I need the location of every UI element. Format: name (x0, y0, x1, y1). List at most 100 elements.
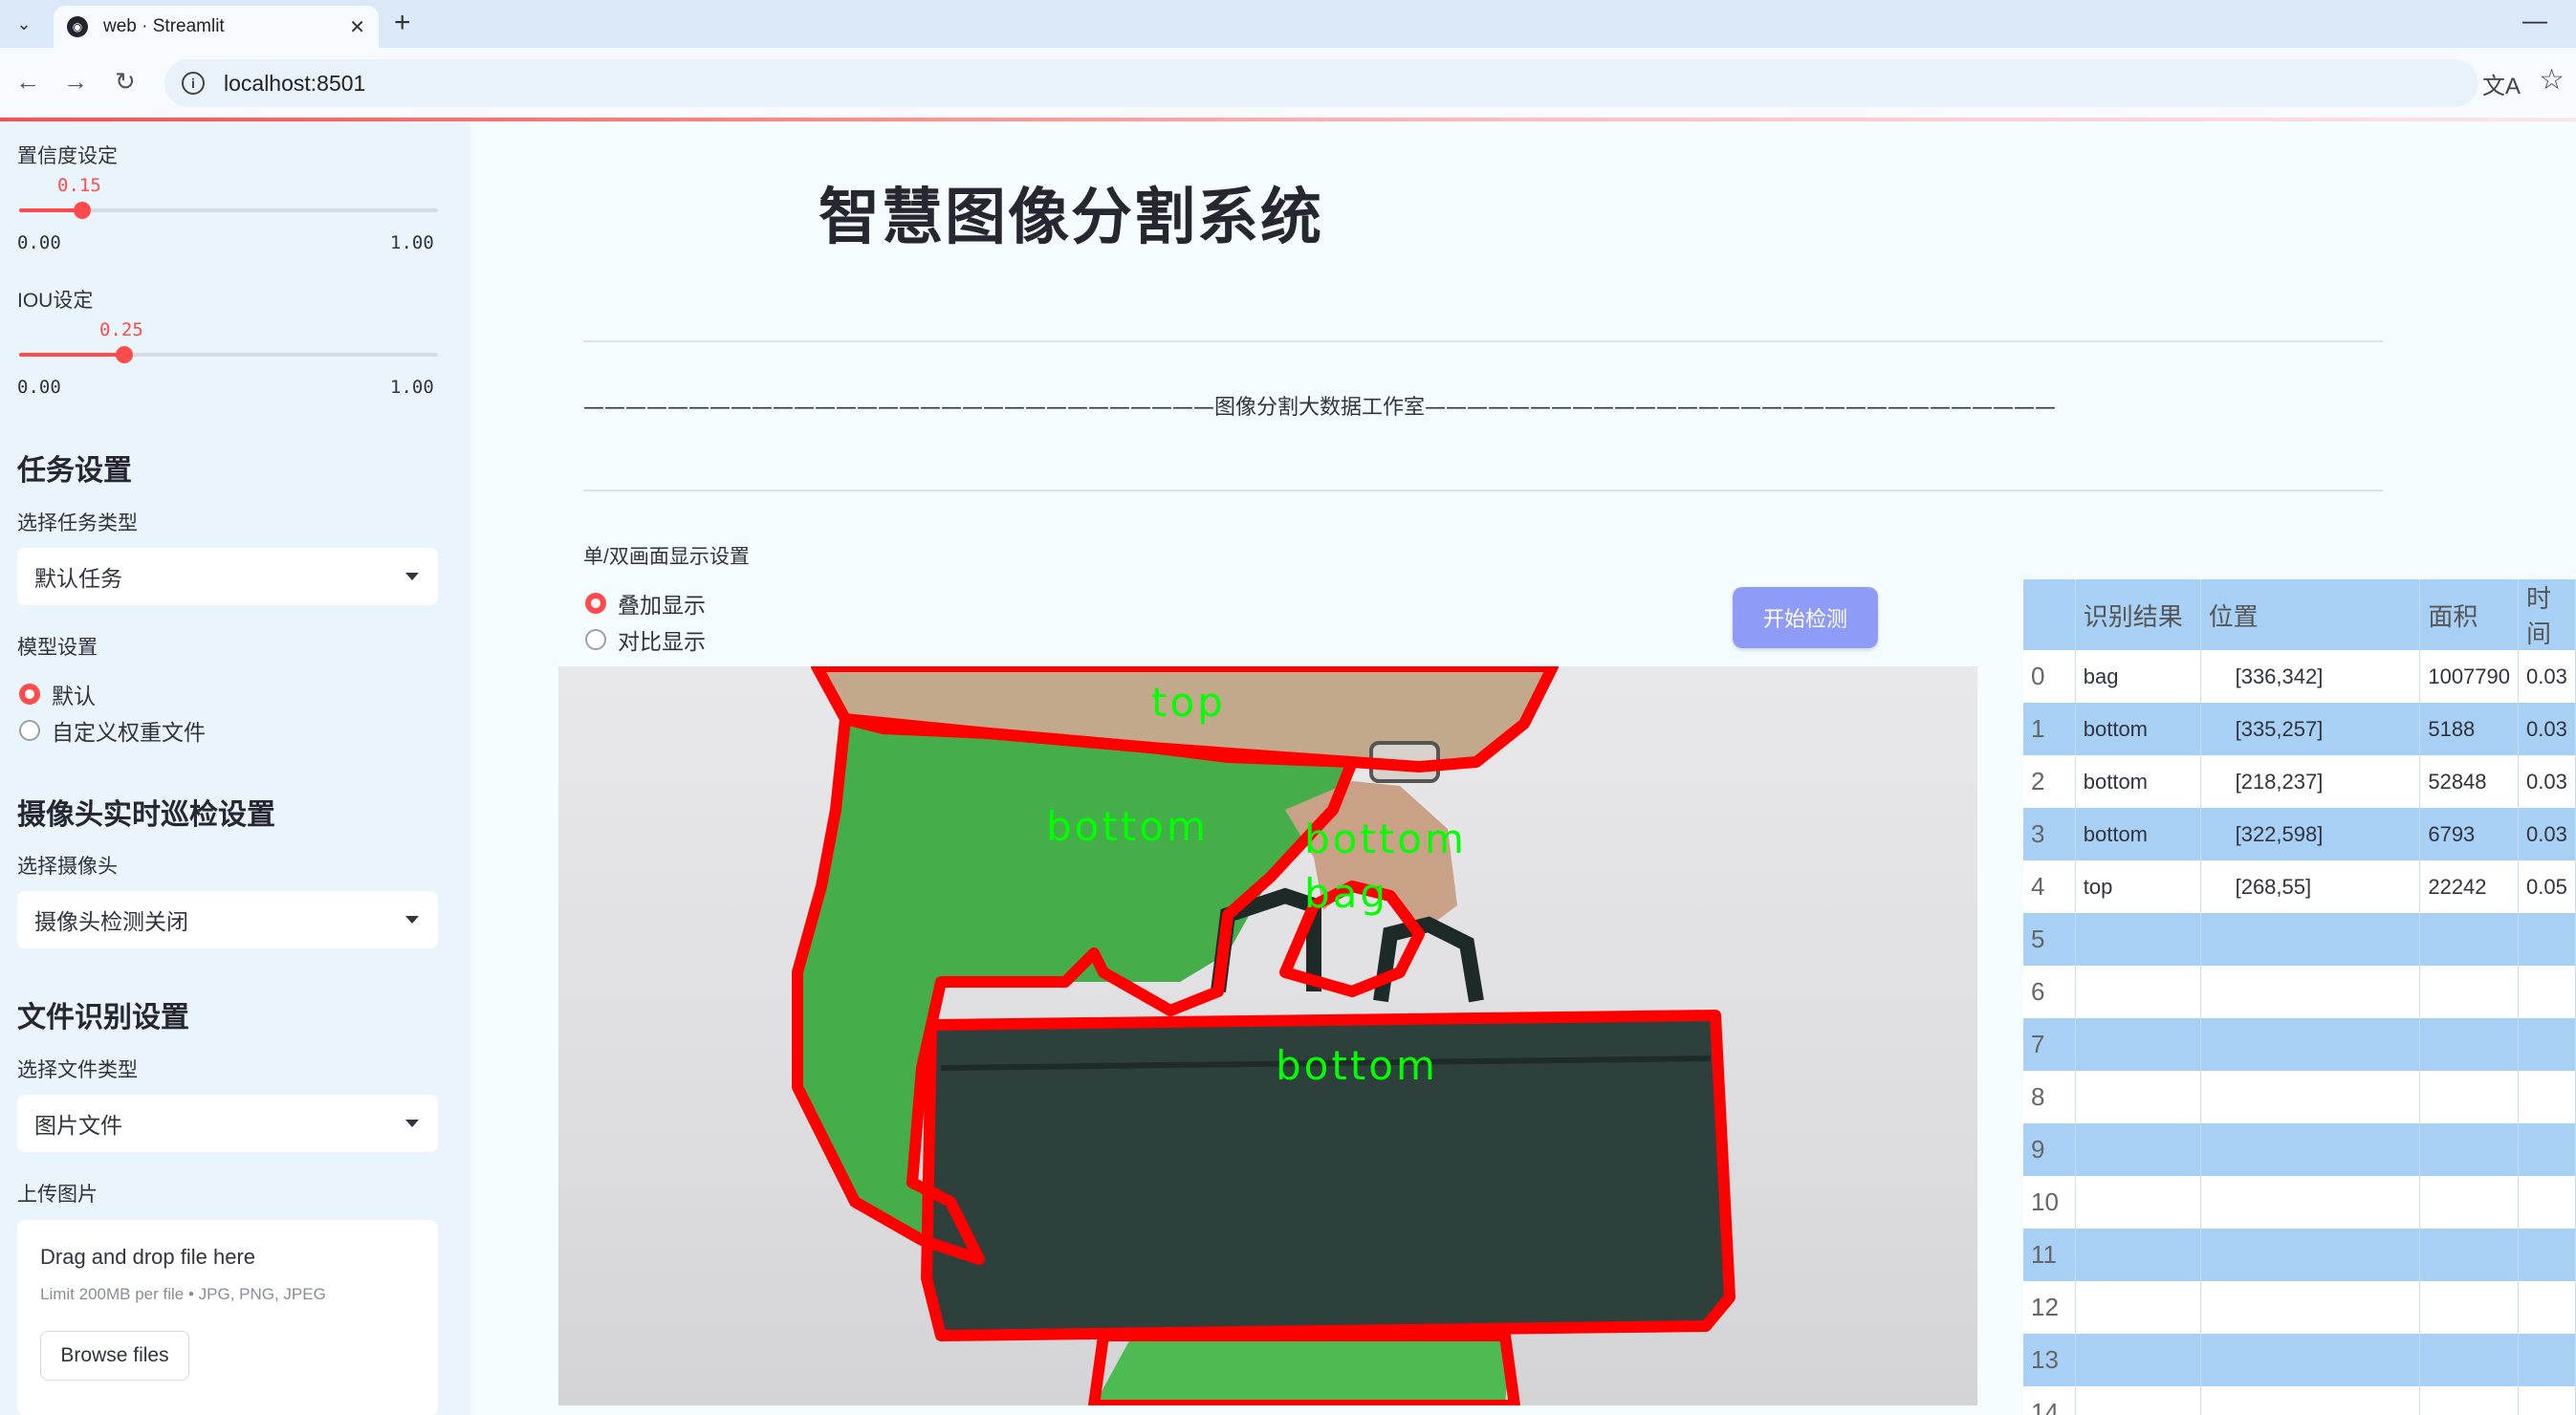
table-row: 11 (2023, 1229, 2576, 1281)
translate-icon[interactable]: 文A (2482, 67, 2521, 100)
new-tab-plus-icon[interactable]: + (394, 8, 411, 38)
browser-tab[interactable]: ◉ web · Streamlit ✕ (54, 6, 379, 48)
iou-label: IOU设定 (17, 290, 94, 312)
model-option-default[interactable]: 默认 (19, 678, 96, 710)
cell-position: [335,257] (2200, 703, 2421, 755)
table-row: 13 (2023, 1334, 2576, 1386)
model-settings-label: 模型设置 (17, 637, 98, 659)
tab-list-chevron-icon[interactable]: ⌄ (8, 8, 40, 40)
column-header-area[interactable]: 面积 (2419, 579, 2519, 650)
file-type-select[interactable]: 图片文件 (17, 1095, 438, 1152)
cell-position (2200, 1386, 2421, 1415)
iou-slider-thumb[interactable] (115, 346, 133, 363)
task-type-label: 选择任务类型 (17, 512, 138, 534)
cell-position (2200, 1176, 2421, 1229)
cell-area (2419, 1123, 2519, 1176)
camera-select[interactable]: 摄像头检测关闭 (17, 891, 438, 948)
chevron-down-icon (405, 573, 419, 580)
page-title: 智慧图像分割系统 (819, 183, 1323, 251)
back-arrow-icon[interactable]: ← (15, 67, 40, 97)
display-option-overlay[interactable]: 叠加显示 (585, 587, 706, 620)
model-option-custom[interactable]: 自定义权重文件 (19, 714, 206, 747)
cell-result: top (2075, 860, 2201, 913)
iou-max: 1.00 (390, 377, 434, 398)
cell-index: 9 (2023, 1123, 2076, 1176)
bag-handle (1373, 916, 1484, 1003)
results-table: 识别结果 位置 面积 时间 0 bag [336,342] 1007790 0.03 1 b… (2023, 579, 2576, 1415)
results-table-container[interactable]: 识别结果 位置 面积 时间 0 bag [336,342] 1007790 0.03 1 b… (2023, 579, 2576, 1415)
cell-time (2518, 1123, 2576, 1176)
start-detection-button[interactable]: 开始检测 (1733, 587, 1878, 648)
column-header-index (2023, 579, 2076, 650)
file-uploader-dropzone[interactable]: Drag and drop file here Limit 200MB per … (17, 1220, 438, 1415)
table-row: 1 bottom [335,257] 5188 0.03 (2023, 703, 2576, 755)
cell-result (2075, 913, 2201, 966)
cell-result: bottom (2075, 703, 2201, 755)
cell-position (2200, 1229, 2421, 1281)
detection-label: top (1151, 679, 1226, 726)
cell-index: 13 (2023, 1334, 2076, 1386)
display-option-compare[interactable]: 对比显示 (585, 623, 706, 656)
browser-tabstrip: ⌄ ◉ web · Streamlit ✕ + — (0, 0, 2576, 48)
confidence-value: 0.15 (57, 175, 101, 196)
iou-value: 0.25 (99, 319, 143, 340)
iou-min: 0.00 (17, 377, 61, 398)
cell-time (2518, 913, 2576, 966)
cell-area: 1007790 (2419, 650, 2519, 703)
cell-result: bottom (2075, 808, 2201, 860)
column-header-time[interactable]: 时间 (2518, 579, 2576, 650)
segmentation-overlay: top bottom bottom bag bottom (792, 666, 1736, 1405)
table-row: 8 (2023, 1071, 2576, 1123)
cell-time (2518, 1018, 2576, 1071)
table-header-row: 识别结果 位置 面积 时间 (2023, 579, 2576, 650)
cell-result (2075, 1018, 2201, 1071)
column-header-position[interactable]: 位置 (2200, 579, 2421, 650)
display-mode-label: 单/双画面显示设置 (583, 546, 750, 568)
task-type-select[interactable]: 默认任务 (17, 548, 438, 605)
bookmark-star-icon[interactable]: ☆ (2539, 63, 2565, 97)
cell-index: 12 (2023, 1281, 2076, 1334)
column-header-result[interactable]: 识别结果 (2075, 579, 2201, 650)
url-text[interactable]: localhost:8501 (224, 71, 365, 97)
cell-result: bottom (2075, 755, 2201, 808)
cell-area (2419, 1229, 2519, 1281)
table-row: 4 top [268,55] 22242 0.05 (2023, 860, 2576, 913)
table-row: 9 (2023, 1123, 2576, 1176)
table-row: 3 bottom [322,598] 6793 0.03 (2023, 808, 2576, 860)
cell-result (2075, 1071, 2201, 1123)
forward-arrow-icon[interactable]: → (63, 67, 88, 97)
radio-unselected-icon[interactable] (19, 720, 40, 741)
cell-result (2075, 1386, 2201, 1415)
reload-icon[interactable]: ↻ (115, 67, 136, 97)
model-option-label: 默认 (52, 684, 96, 708)
cell-area (2419, 1071, 2519, 1123)
iou-slider[interactable] (19, 346, 438, 363)
cell-time (2518, 1176, 2576, 1229)
cell-position (2200, 913, 2421, 966)
radio-unselected-icon[interactable] (585, 629, 606, 650)
browse-files-button[interactable]: Browse files (40, 1331, 189, 1381)
cell-time: 0.03 (2518, 755, 2576, 808)
cell-time (2518, 1229, 2576, 1281)
radio-selected-icon[interactable] (585, 593, 606, 614)
cell-area: 5188 (2419, 703, 2519, 755)
confidence-slider-thumb[interactable] (73, 202, 91, 219)
table-row: 7 (2023, 1018, 2576, 1071)
streamlit-favicon-icon: ◉ (67, 16, 88, 37)
studio-banner: ——————————————————————————————图像分割大数据工作室… (583, 396, 2057, 420)
cell-index: 1 (2023, 703, 2076, 755)
url-bar[interactable]: i localhost:8501 (164, 59, 2478, 107)
radio-selected-icon[interactable] (19, 684, 40, 705)
cell-result: bag (2075, 650, 2201, 703)
site-info-icon[interactable]: i (182, 72, 205, 95)
minimize-window-icon[interactable]: — (2522, 6, 2547, 35)
close-tab-icon[interactable]: ✕ (349, 15, 365, 39)
confidence-slider-fill (19, 208, 82, 212)
file-type-value: 图片文件 (34, 1113, 122, 1138)
model-option-label: 自定义权重文件 (52, 720, 206, 745)
cell-result (2075, 966, 2201, 1018)
detection-label: bag (1304, 870, 1388, 917)
cell-time: 0.05 (2518, 860, 2576, 913)
cell-time (2518, 1334, 2576, 1386)
confidence-slider[interactable] (19, 202, 438, 219)
